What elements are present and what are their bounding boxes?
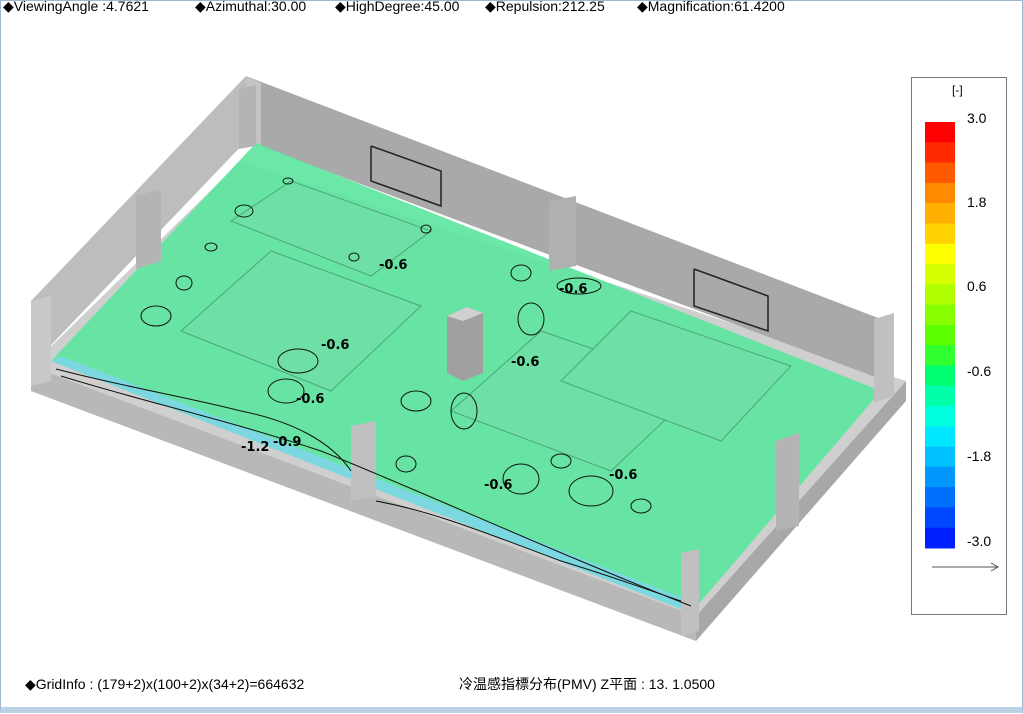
corner-pillar [239, 85, 256, 149]
app-window: ◆ViewingAngle :4.7621 ◆Azimuthal:30.00 ◆… [0, 0, 1023, 713]
legend-label-neg1-8: -1.8 [967, 448, 992, 464]
contour-label-6: -0.6 [609, 468, 637, 483]
legend-colorbar [925, 122, 1000, 572]
legend-swatch [925, 162, 955, 184]
legend-swatch [925, 122, 955, 143]
legend-label-1-8: 1.8 [967, 194, 987, 210]
legend-swatch [925, 507, 955, 529]
contour-label-7: -0.6 [484, 478, 512, 493]
legend-label-0-6: 0.6 [967, 278, 987, 294]
legend-swatch [925, 345, 955, 366]
front-pillar-2 [681, 549, 699, 636]
legend-swatch [925, 264, 955, 285]
contour-label-9: -1.2 [241, 440, 269, 455]
legend-swatch [925, 182, 955, 204]
contour-label-4: -0.6 [511, 355, 539, 370]
3d-viewport[interactable]: -0.6 -0.6 -0.6 -0.6 -0.6 -0.6 -0.6 -0.9 … [1, 1, 1023, 714]
legend-swatch [925, 426, 955, 448]
legend-swatch [925, 304, 955, 326]
legend-swatch [925, 487, 955, 508]
legend-swatch [925, 243, 955, 265]
left-wall-end [31, 296, 51, 386]
legend-swatch [925, 466, 955, 488]
legend-swatch [925, 142, 955, 164]
right-pillar [776, 433, 799, 531]
legend-swatch [925, 446, 955, 468]
legend-swatch [925, 365, 955, 387]
legend-label-neg3-0: -3.0 [967, 533, 992, 549]
color-legend: [-] 3.0 1.8 0.6 -0.6 -1.8 -3.0 [911, 77, 1007, 615]
legend-label-3-0: 3.0 [967, 110, 987, 126]
legend-swatch [925, 385, 955, 407]
legend-swatch [925, 527, 955, 549]
contour-label-2: -0.6 [559, 282, 587, 297]
legend-swatch [925, 324, 955, 346]
plane-info-status: 冷温感指標分布(PMV) Z平面 : 13. 1.0500 [445, 673, 1005, 695]
right-corner-pillar [874, 313, 894, 403]
legend-swatch [925, 203, 955, 224]
contour-label-8: -0.9 [273, 435, 301, 450]
legend-swatch [925, 406, 955, 427]
back-pillar [549, 196, 576, 271]
legend-swatch [925, 284, 955, 306]
grid-info-status: ◆GridInfo : (179+2)x(100+2)x(34+2)=66463… [21, 673, 431, 695]
legend-label-neg0-6: -0.6 [967, 363, 992, 379]
left-pillar [136, 189, 161, 269]
contour-label-1: -0.6 [379, 258, 407, 273]
contour-label-5: -0.6 [296, 392, 324, 407]
legend-swatch [925, 223, 955, 245]
contour-label-3: -0.6 [321, 338, 349, 353]
front-pillar-1 [351, 421, 376, 501]
